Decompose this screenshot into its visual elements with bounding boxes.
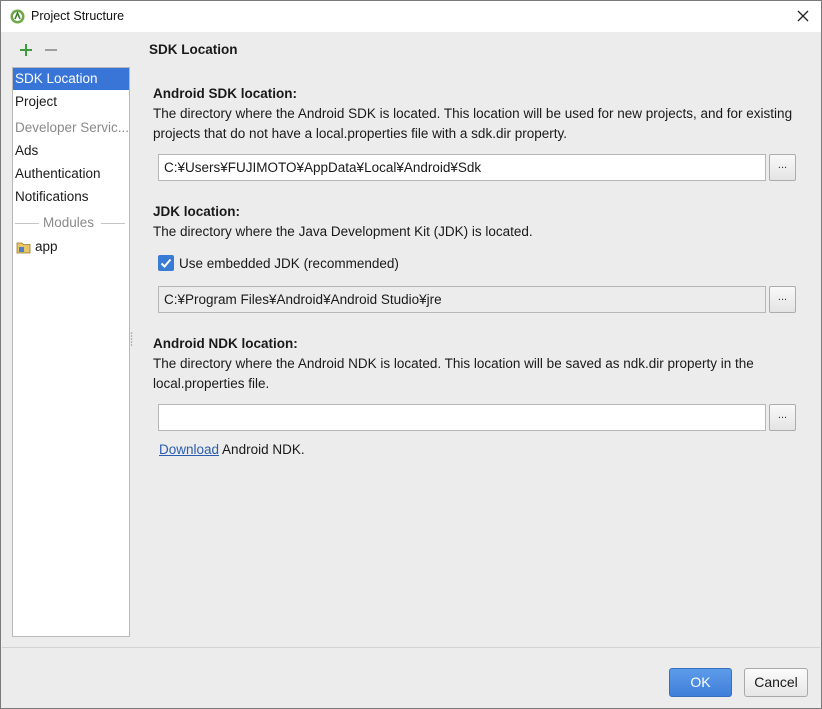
sidebar-item-sdk-location[interactable]: SDK Location bbox=[13, 68, 129, 90]
ok-button[interactable]: OK bbox=[669, 668, 732, 697]
android-studio-icon bbox=[10, 9, 25, 24]
splitter-handle[interactable] bbox=[129, 331, 134, 347]
minus-icon[interactable] bbox=[42, 41, 60, 59]
download-ndk-suffix: Android NDK. bbox=[219, 442, 305, 457]
separator-line bbox=[15, 223, 39, 224]
footer-divider bbox=[2, 647, 820, 648]
sidebar-item-project[interactable]: Project bbox=[13, 91, 129, 113]
sdk-location-label: Android SDK location: bbox=[153, 86, 297, 101]
download-ndk-link[interactable]: Download bbox=[159, 442, 219, 457]
jdk-location-description: The directory where the Java Development… bbox=[153, 224, 533, 239]
sidebar-header-developer-services: Developer Servic... bbox=[15, 120, 129, 135]
plus-icon[interactable] bbox=[17, 41, 35, 59]
modules-header: Modules bbox=[43, 215, 95, 230]
window-title: Project Structure bbox=[31, 9, 125, 23]
module-folder-icon bbox=[16, 240, 32, 254]
sidebar-item-authentication[interactable]: Authentication bbox=[13, 163, 129, 185]
ndk-path-field[interactable] bbox=[158, 404, 766, 431]
embedded-jdk-checkbox-label[interactable]: Use embedded JDK (recommended) bbox=[179, 255, 399, 272]
ndk-location-description: The directory where the Android NDK is l… bbox=[153, 356, 754, 391]
sdk-browse-button[interactable]: ... bbox=[769, 154, 796, 181]
project-structure-dialog: Project Structure SDK Location Project D… bbox=[0, 0, 822, 709]
download-ndk-row: Download Android NDK. bbox=[159, 442, 305, 457]
module-label: app bbox=[35, 239, 58, 254]
separator-line bbox=[101, 223, 125, 224]
ndk-browse-button[interactable]: ... bbox=[769, 404, 796, 431]
sidebar-item-ads[interactable]: Ads bbox=[13, 140, 129, 162]
jdk-path-field: C:¥Program Files¥Android¥Android Studio¥… bbox=[158, 286, 766, 313]
sdk-path-field[interactable]: C:¥Users¥FUJIMOTO¥AppData¥Local¥Android¥… bbox=[158, 154, 766, 181]
title-bar: Project Structure bbox=[1, 1, 821, 32]
sidebar: SDK Location Project Developer Servic...… bbox=[12, 67, 130, 637]
page-title: SDK Location bbox=[149, 42, 238, 57]
ndk-location-label: Android NDK location: bbox=[153, 336, 298, 351]
modules-separator: Modules bbox=[13, 214, 129, 232]
close-icon[interactable] bbox=[789, 3, 817, 29]
sidebar-item-app-module[interactable]: app bbox=[13, 236, 129, 258]
embedded-jdk-checkbox[interactable] bbox=[158, 255, 174, 271]
cancel-button[interactable]: Cancel bbox=[744, 668, 808, 697]
jdk-browse-button[interactable]: ... bbox=[769, 286, 796, 313]
sidebar-item-notifications[interactable]: Notifications bbox=[13, 186, 129, 208]
jdk-location-label: JDK location: bbox=[153, 204, 241, 219]
sdk-location-description: The directory where the Android SDK is l… bbox=[153, 106, 793, 141]
